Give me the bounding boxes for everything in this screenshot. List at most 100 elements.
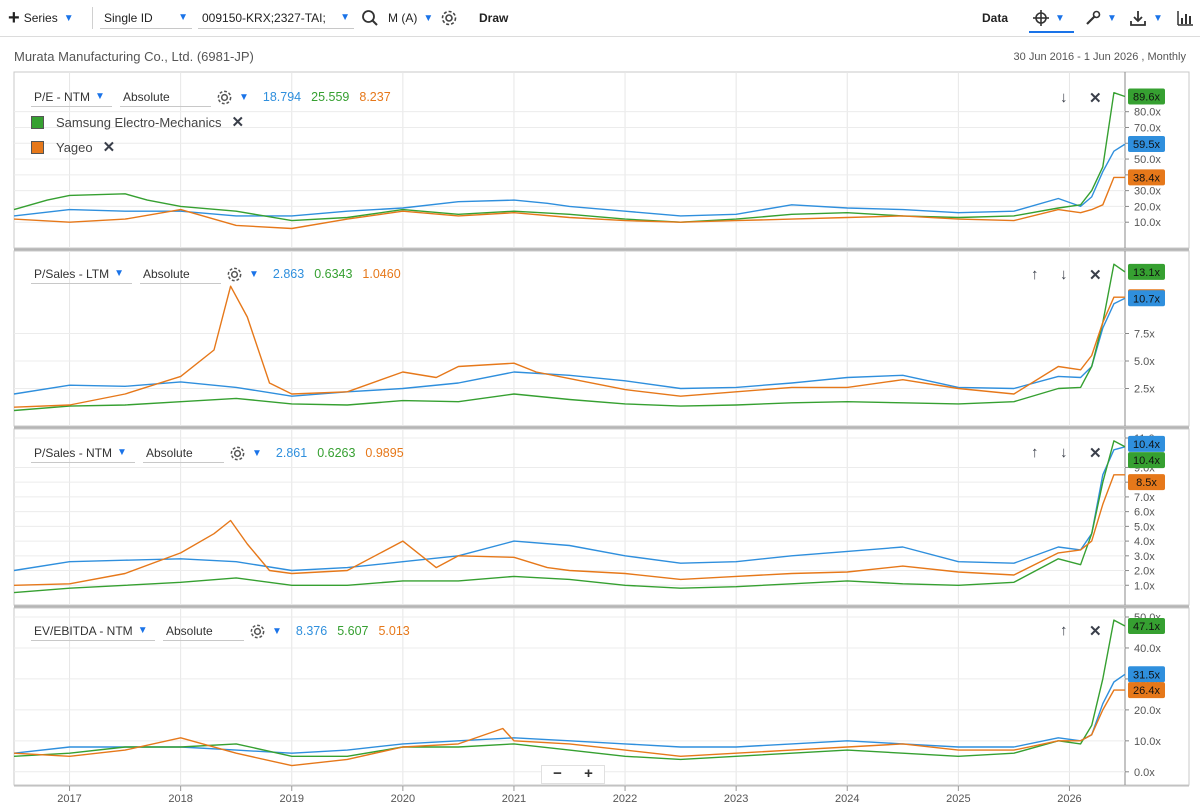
panel-ev-ebitda-controls: EV/EBITDA - NTM ▼ Absolute ▼ 8.376 5.607… xyxy=(31,621,410,641)
zoom-out-button[interactable]: − xyxy=(542,766,573,783)
x-tick-label: 2018 xyxy=(168,793,192,805)
mode-select[interactable]: Absolute xyxy=(163,621,244,641)
legend-label: Samsung Electro-Mechanics xyxy=(56,114,222,130)
y-tick-label: 0.0x xyxy=(1134,767,1155,779)
end-value-label: 38.4x xyxy=(1133,172,1160,184)
y-tick-label: 40.0x xyxy=(1134,643,1161,655)
chevron-down-icon: ▼ xyxy=(95,91,105,102)
end-value-label: 89.6x xyxy=(1133,92,1160,104)
y-tick-label: 20.0x xyxy=(1134,201,1161,213)
chevron-down-icon[interactable]: ▼ xyxy=(272,626,282,637)
x-tick-label: 2022 xyxy=(613,793,637,805)
gear-icon[interactable] xyxy=(249,623,266,640)
x-tick-label: 2021 xyxy=(502,793,526,805)
metric-select[interactable]: EV/EBITDA - NTM ▼ xyxy=(31,621,155,641)
x-tick-label: 2020 xyxy=(391,793,415,805)
murata-value: 8.376 xyxy=(295,624,328,638)
legend-swatch xyxy=(31,115,44,129)
mode-select[interactable]: Absolute xyxy=(120,87,211,107)
y-tick-label: 5.0x xyxy=(1134,521,1155,533)
legend-item-yageo: Yageo ✕ xyxy=(31,138,115,156)
yageo-value: 1.0460 xyxy=(362,267,401,281)
samsung-value: 5.607 xyxy=(337,624,369,638)
samsung-value: 0.6343 xyxy=(314,267,353,281)
x-tick-label: 2019 xyxy=(280,793,304,805)
chevron-down-icon: ▼ xyxy=(137,625,148,636)
chevron-down-icon[interactable]: ▼ xyxy=(239,92,249,103)
metric-select[interactable]: P/Sales - LTM ▼ xyxy=(31,264,132,284)
move-up-arrow-icon[interactable]: ↑ xyxy=(1031,444,1039,461)
mode-select[interactable]: Absolute xyxy=(140,264,221,284)
gear-icon[interactable] xyxy=(226,266,243,283)
y-tick-label: 70.0x xyxy=(1134,122,1161,134)
y-tick-label: 10.0x xyxy=(1134,736,1161,748)
x-tick-label: 2025 xyxy=(946,793,970,805)
gear-icon[interactable] xyxy=(229,445,246,462)
chevron-down-icon[interactable]: ▼ xyxy=(249,269,259,280)
murata-value: 2.863 xyxy=(272,267,305,281)
mode-select[interactable]: Absolute xyxy=(143,443,224,463)
x-tick-label: 2023 xyxy=(724,793,748,805)
end-value-label: 26.4x xyxy=(1133,685,1160,697)
metric-select[interactable]: P/E - NTM ▼ xyxy=(31,87,112,107)
samsung-value: 0.6263 xyxy=(317,446,356,460)
y-tick-label: 7.5x xyxy=(1134,329,1155,341)
metric-label: P/E - NTM xyxy=(34,89,90,104)
y-tick-label: 80.0x xyxy=(1134,107,1161,119)
move-down-arrow-icon[interactable]: ↓ xyxy=(1060,444,1068,461)
x-tick-label: 2026 xyxy=(1057,793,1081,805)
yageo-value: 8.237 xyxy=(359,90,391,104)
y-tick-label: 2.5x xyxy=(1134,384,1155,396)
close-panel-icon[interactable]: ✕ xyxy=(1089,622,1102,640)
y-tick-label: 4.0x xyxy=(1134,536,1155,548)
metric-label: EV/EBITDA - NTM xyxy=(34,623,133,638)
murata-value: 2.861 xyxy=(275,446,308,460)
metric-label: P/Sales - LTM xyxy=(34,266,110,281)
murata-value: 18.794 xyxy=(262,90,302,104)
zoom-in-button[interactable]: + xyxy=(573,766,604,783)
y-tick-label: 20.0x xyxy=(1134,705,1161,717)
samsung-value: 25.559 xyxy=(311,90,350,104)
close-icon[interactable]: ✕ xyxy=(231,113,244,131)
move-up-arrow-icon[interactable]: ↑ xyxy=(1031,266,1039,283)
chevron-down-icon: ▼ xyxy=(117,447,127,458)
end-value-label: 59.5x xyxy=(1133,139,1160,151)
x-tick-label: 2017 xyxy=(57,793,81,805)
y-tick-label: 30.0x xyxy=(1134,186,1161,198)
y-tick-label: 6.0x xyxy=(1134,507,1155,519)
close-panel-icon[interactable]: ✕ xyxy=(1089,266,1102,284)
end-value-label: 47.1x xyxy=(1133,621,1160,633)
y-tick-label: 10.0x xyxy=(1134,217,1161,229)
mode-label: Absolute xyxy=(143,266,190,281)
metric-label: P/Sales - NTM xyxy=(34,445,113,460)
panel-ps-ntm-controls: P/Sales - NTM ▼ Absolute ▼ 2.861 0.6263 … xyxy=(31,443,404,463)
close-panel-icon[interactable]: ✕ xyxy=(1089,444,1102,462)
end-value-label: 10.4x xyxy=(1133,455,1160,467)
chevron-down-icon: ▼ xyxy=(114,268,125,279)
end-value-label: 10.7x xyxy=(1133,293,1160,305)
y-tick-label: 7.0x xyxy=(1134,492,1155,504)
move-up-arrow-icon[interactable]: ↑ xyxy=(1060,622,1068,639)
yageo-value: 5.013 xyxy=(378,624,410,638)
metric-select[interactable]: P/Sales - NTM ▼ xyxy=(31,443,135,463)
close-panel-icon[interactable]: ✕ xyxy=(1089,89,1102,107)
panel-pe-ntm-controls: P/E - NTM ▼ Absolute ▼ 18.794 25.559 8.2… xyxy=(31,87,391,107)
end-value-label: 13.1x xyxy=(1133,267,1160,279)
legend-item-samsung: Samsung Electro-Mechanics ✕ xyxy=(31,113,244,131)
close-icon[interactable]: ✕ xyxy=(103,138,116,156)
move-down-arrow-icon[interactable]: ↓ xyxy=(1060,266,1068,283)
y-tick-label: 2.0x xyxy=(1134,566,1155,578)
chevron-down-icon[interactable]: ▼ xyxy=(252,448,262,459)
y-tick-label: 5.0x xyxy=(1134,356,1155,368)
mode-label: Absolute xyxy=(166,623,213,638)
end-value-label: 8.5x xyxy=(1136,477,1157,489)
gear-icon[interactable] xyxy=(216,89,233,106)
x-tick-label: 2024 xyxy=(835,793,859,805)
y-tick-label: 50.0x xyxy=(1134,154,1161,166)
zoom-control: − + xyxy=(541,765,605,784)
move-down-arrow-icon[interactable]: ↓ xyxy=(1060,89,1068,106)
y-tick-label: 3.0x xyxy=(1134,551,1155,563)
mode-label: Absolute xyxy=(146,445,193,460)
legend-swatch xyxy=(31,140,44,154)
yageo-value: 0.9895 xyxy=(365,446,404,460)
